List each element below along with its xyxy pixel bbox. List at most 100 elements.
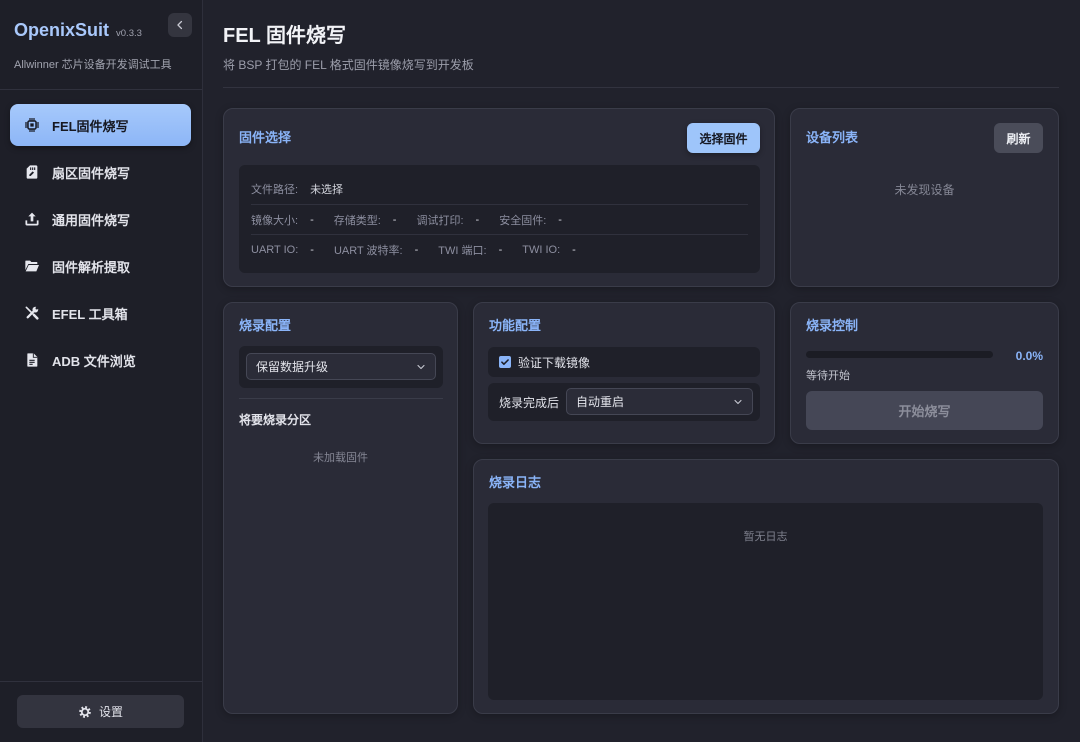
- file-path-value: 未选择: [310, 184, 344, 196]
- field-label: 调试打印:: [416, 214, 464, 227]
- page-subtitle: 将 BSP 打包的 FEL 格式固件镜像烧写到开发板: [223, 58, 474, 72]
- folder-open-icon: [24, 258, 40, 274]
- after-flash-select[interactable]: 自动重启: [566, 388, 753, 415]
- sidebar-item-label: 扇区固件烧写: [52, 165, 131, 181]
- card-title: 功能配置: [489, 318, 542, 333]
- gear-icon: [79, 705, 91, 718]
- card-title: 设备列表: [806, 130, 859, 145]
- app-name: OpenixSuit: [14, 20, 110, 40]
- sidebar-nav: FEL固件烧写 扇区固件烧写 通用固件烧写 固件解析提取 EFEL 工具箱 AD…: [10, 104, 191, 386]
- sidebar-item-fel-flash[interactable]: FEL固件烧写: [10, 104, 191, 146]
- verify-label: 验证下载镜像: [518, 355, 591, 370]
- field-label: UART 波特率:: [333, 244, 403, 257]
- brand: OpenixSuit v0.3.3: [14, 19, 142, 41]
- device-list-card: 设备列表 刷新 未发现设备: [790, 108, 1059, 287]
- field-label: TWI 端口:: [438, 244, 487, 257]
- start-flash-button[interactable]: 开始烧写: [806, 391, 1043, 430]
- card-title: 烧录控制: [806, 318, 859, 333]
- after-flash-value: 自动重启: [576, 395, 625, 409]
- field-label: TWI IO:: [522, 243, 561, 256]
- sidebar-item-adb-browser[interactable]: ADB 文件浏览: [10, 339, 191, 381]
- sidebar-item-label: 固件解析提取: [52, 259, 131, 275]
- field-label: 镜像大小:: [251, 214, 299, 227]
- info-row-interfaces: UART IO: - UART 波特率: - TWI 端口: - TWI IO:…: [251, 234, 748, 264]
- sd-card-icon: [24, 164, 40, 180]
- partitions-title: 将要烧录分区: [239, 413, 312, 427]
- sidebar-item-firmware-parse[interactable]: 固件解析提取: [10, 245, 191, 287]
- verify-checkbox[interactable]: [499, 356, 511, 368]
- sidebar-divider: [0, 89, 202, 90]
- log-empty-text: 暂无日志: [743, 530, 788, 543]
- flash-config-card: 烧录配置 保留数据升级 将要烧录分区 未加载固件: [223, 302, 458, 714]
- tools-icon: [24, 305, 40, 321]
- info-row-image: 镜像大小: - 存储类型: - 调试打印: - 安全固件: -: [251, 204, 748, 234]
- page-title: FEL 固件烧写: [223, 25, 346, 47]
- sidebar-item-sector-flash[interactable]: 扇区固件烧写: [10, 151, 191, 193]
- field-value: -: [414, 243, 419, 256]
- card-title: 烧录日志: [489, 475, 542, 490]
- header-divider: [223, 87, 1059, 88]
- secure-firmware-field: 安全固件: -: [499, 212, 562, 228]
- feature-config-card: 功能配置 验证下载镜像 烧录完成后 自动重启: [473, 302, 775, 444]
- card-title: 烧录配置: [239, 318, 292, 333]
- sidebar-item-generic-flash[interactable]: 通用固件烧写: [10, 198, 191, 240]
- card-divider: [239, 398, 443, 399]
- log-output[interactable]: 暂无日志: [488, 503, 1043, 700]
- select-firmware-button[interactable]: 选择固件: [687, 123, 760, 153]
- chevron-down-icon: [734, 399, 742, 405]
- sidebar-item-label: 通用固件烧写: [52, 212, 131, 228]
- flash-status: 等待开始: [806, 370, 850, 382]
- app-subtitle: Allwinner 芯片设备开发调试工具: [14, 59, 172, 71]
- uart-baud-field: UART 波特率: -: [334, 242, 418, 258]
- check-icon: [501, 359, 509, 365]
- field-value: -: [558, 213, 562, 226]
- firmware-info-panel: 文件路径: 未选择 镜像大小: - 存储类型: - 调试打印: - 安全固件:: [239, 165, 760, 273]
- collapse-sidebar-button[interactable]: [168, 13, 192, 37]
- uart-io-field: UART IO: -: [251, 244, 314, 256]
- sidebar-divider: [0, 681, 202, 682]
- app-version: v0.3.3: [116, 28, 142, 39]
- settings-button[interactable]: 设置: [17, 695, 184, 728]
- file-path-label: 文件路径:: [251, 184, 299, 196]
- flash-mode-container: 保留数据升级: [239, 346, 443, 388]
- partitions-empty-text: 未加载固件: [313, 452, 368, 464]
- field-value: -: [310, 213, 314, 226]
- flash-log-card: 烧录日志 暂无日志: [473, 459, 1059, 714]
- field-value: -: [572, 243, 576, 256]
- sidebar-item-label: FEL固件烧写: [52, 118, 129, 134]
- chevron-left-icon: [177, 20, 183, 30]
- info-row-path: 文件路径: 未选择: [251, 174, 748, 204]
- file-icon: [24, 352, 40, 368]
- upload-icon: [24, 211, 40, 227]
- sidebar-item-efel-toolbox[interactable]: EFEL 工具箱: [10, 292, 191, 334]
- image-size-field: 镜像大小: -: [251, 212, 314, 228]
- card-title: 固件选择: [239, 130, 292, 145]
- flash-mode-value: 保留数据升级: [256, 360, 329, 374]
- sidebar: OpenixSuit v0.3.3 Allwinner 芯片设备开发调试工具 F…: [0, 0, 203, 742]
- field-label: 安全固件:: [499, 214, 547, 227]
- verify-image-row[interactable]: 验证下载镜像: [488, 347, 760, 377]
- chip-icon: [24, 117, 40, 133]
- firmware-select-card: 固件选择 选择固件 文件路径: 未选择 镜像大小: - 存储类型: - 调试打印…: [223, 108, 775, 287]
- twi-port-field: TWI 端口: -: [438, 242, 502, 258]
- flash-control-card: 烧录控制 0.0% 等待开始 开始烧写: [790, 302, 1059, 444]
- chevron-down-icon: [417, 364, 425, 370]
- debug-print-field: 调试打印: -: [416, 212, 479, 228]
- after-flash-label: 烧录完成后: [499, 395, 560, 410]
- sidebar-item-label: EFEL 工具箱: [52, 306, 128, 322]
- twi-io-field: TWI IO: -: [522, 244, 576, 256]
- field-label: 存储类型:: [333, 214, 381, 227]
- storage-type-field: 存储类型: -: [334, 212, 397, 228]
- field-value: -: [310, 243, 314, 256]
- progress-percent: 0.0%: [1015, 349, 1043, 363]
- field-label: UART IO:: [251, 243, 299, 256]
- progress-bar: [806, 351, 993, 358]
- device-empty-text: 未发现设备: [894, 183, 955, 197]
- refresh-button[interactable]: 刷新: [994, 123, 1043, 153]
- sidebar-item-label: ADB 文件浏览: [52, 353, 136, 369]
- field-value: -: [475, 213, 480, 226]
- settings-label: 设置: [98, 705, 123, 719]
- after-flash-row: 烧录完成后 自动重启: [488, 383, 760, 421]
- field-value: -: [498, 243, 503, 256]
- flash-mode-select[interactable]: 保留数据升级: [246, 353, 436, 380]
